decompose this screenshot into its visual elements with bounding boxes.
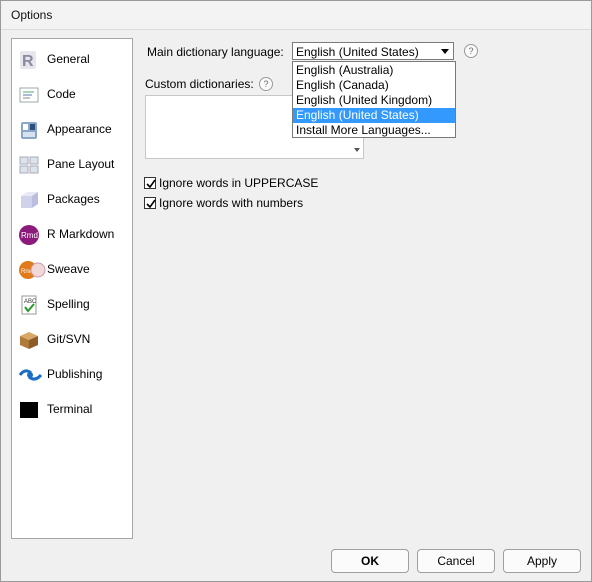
r-logo-icon: R [18, 49, 40, 71]
rmarkdown-icon: Rmd [18, 224, 40, 246]
sidebar-item-sweave[interactable]: Rnw Sweave [12, 254, 132, 286]
terminal-icon [18, 399, 40, 421]
main-dictionary-value: English (United States) [296, 45, 419, 59]
cancel-button[interactable]: Cancel [417, 549, 495, 573]
dropdown-option-selected[interactable]: English (United States) [293, 108, 455, 123]
apply-button[interactable]: Apply [503, 549, 581, 573]
sidebar-item-label: Pane Layout [47, 157, 115, 171]
checkbox-box[interactable] [144, 177, 156, 189]
help-icon[interactable]: ? [259, 77, 273, 91]
main-dictionary-label: Main dictionary language: [147, 45, 284, 59]
dropdown-option[interactable]: English (Australia) [293, 63, 455, 78]
sidebar-item-general[interactable]: R General [12, 44, 132, 76]
help-icon[interactable]: ? [464, 44, 478, 58]
sidebar-item-spelling[interactable]: ABC Spelling [12, 289, 132, 321]
checkbox-box[interactable] [144, 197, 156, 209]
options-dialog: Options R General Code Appearance Pane L [0, 0, 592, 582]
pane-layout-icon [18, 154, 40, 176]
svg-text:Rmd: Rmd [21, 231, 38, 240]
sidebar-item-label: Sweave [47, 262, 90, 276]
dropdown-option-install-more[interactable]: Install More Languages... [293, 123, 455, 138]
sidebar-item-terminal[interactable]: Terminal [12, 394, 132, 426]
svg-text:R: R [22, 53, 34, 70]
dictionary-dropdown-list: English (Australia) English (Canada) Eng… [292, 61, 456, 138]
checkbox-label: Ignore words in UPPERCASE [159, 176, 319, 190]
ok-button[interactable]: OK [331, 549, 409, 573]
sidebar-item-code[interactable]: Code [12, 79, 132, 111]
git-svn-icon [18, 329, 40, 351]
dropdown-option[interactable]: English (Canada) [293, 78, 455, 93]
sidebar-item-label: Publishing [47, 367, 103, 381]
appearance-icon [18, 119, 40, 141]
spelling-icon: ABC [18, 294, 40, 316]
code-icon [18, 84, 40, 106]
sidebar-item-appearance[interactable]: Appearance [12, 114, 132, 146]
dialog-title: Options [11, 8, 53, 22]
custom-dictionaries-label: Custom dictionaries: [145, 77, 254, 91]
checkbox-label: Ignore words with numbers [159, 196, 304, 210]
sidebar-item-publishing[interactable]: Publishing [12, 359, 132, 391]
sidebar-item-r-markdown[interactable]: Rmd R Markdown [12, 219, 132, 251]
chevron-down-icon [354, 148, 360, 152]
svg-text:ABC: ABC [24, 299, 37, 305]
packages-icon [18, 189, 40, 211]
dropdown-option[interactable]: English (United Kingdom) [293, 93, 455, 108]
publishing-icon [18, 364, 43, 386]
sidebar-item-label: Spelling [47, 297, 90, 311]
sweave-icon: Rnw [18, 259, 46, 281]
sidebar-item-pane-layout[interactable]: Pane Layout [12, 149, 132, 181]
title-bar[interactable]: Options [1, 1, 591, 30]
sidebar-item-label: Packages [47, 192, 100, 206]
sidebar-item-label: Terminal [47, 402, 93, 416]
chevron-down-icon [441, 49, 449, 54]
sidebar-item-label: Code [47, 87, 76, 101]
sidebar-item-label: Git/SVN [47, 332, 91, 346]
sidebar-item-label: Appearance [47, 122, 112, 136]
options-sidebar: R General Code Appearance Pane Layout Pa… [11, 38, 133, 539]
sidebar-item-label: General [47, 52, 90, 66]
sidebar-item-label: R Markdown [47, 227, 115, 241]
sidebar-item-packages[interactable]: Packages [12, 184, 132, 216]
sidebar-item-git-svn[interactable]: Git/SVN [12, 324, 132, 356]
main-dictionary-select[interactable]: English (United States) [292, 42, 454, 60]
